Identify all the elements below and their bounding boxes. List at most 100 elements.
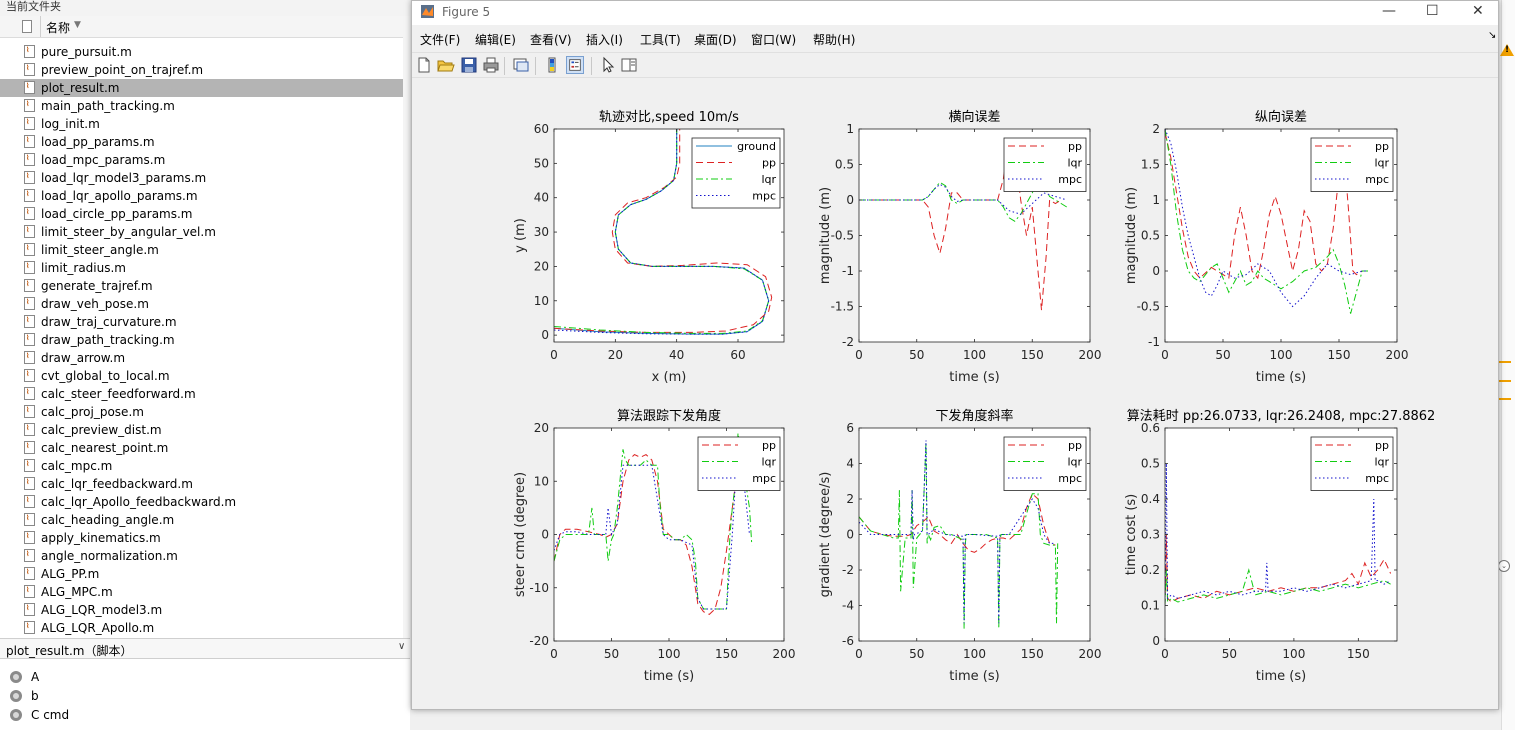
file-row[interactable]: ⌇ load_circle_pp_params.m — [0, 205, 404, 223]
x-tick-label: 200 — [1079, 348, 1102, 362]
file-name: load_lqr_apollo_params.m — [41, 189, 198, 203]
y-tick-label: 2 — [846, 492, 854, 506]
variable-icon — [10, 690, 22, 702]
matlab-file-icon: ⌇ — [24, 495, 35, 508]
name-column-header[interactable]: 名称 — [46, 19, 70, 36]
y-tick-label: 0 — [1152, 264, 1160, 278]
legend-label-pp: pp — [762, 157, 776, 170]
y-tick-label: 6 — [846, 421, 854, 435]
x-tick-label: 60 — [730, 348, 745, 362]
file-row[interactable]: ⌇ ALG_LQR_Apollo.m — [0, 619, 404, 637]
sort-down-icon[interactable]: ▼ — [74, 20, 81, 30]
workspace-item[interactable]: b — [0, 687, 410, 706]
file-name: calc_heading_angle.m — [41, 513, 175, 527]
x-tick-label: 100 — [658, 647, 681, 661]
file-row[interactable]: ⌇ load_lqr_model3_params.m — [0, 169, 404, 187]
file-row[interactable]: ⌇ generate_trajref.m — [0, 277, 404, 295]
file-row[interactable]: ⌇ calc_heading_angle.m — [0, 511, 404, 529]
file-name: pure_pursuit.m — [41, 45, 132, 59]
details-bar[interactable]: plot_result.m（脚本） ∨ — [0, 638, 410, 659]
marker-line — [1499, 361, 1511, 363]
y-tick-label: 1 — [846, 122, 854, 136]
x-tick-label: 0 — [550, 348, 558, 362]
y-tick-label: -0.5 — [1137, 300, 1160, 314]
x-tick-label: 0 — [1161, 647, 1169, 661]
file-row[interactable]: ⌇ draw_veh_pose.m — [0, 295, 404, 313]
file-row[interactable]: ⌇ load_lqr_apollo_params.m — [0, 187, 404, 205]
file-row[interactable]: ⌇ ALG_PP.m — [0, 565, 404, 583]
legend-label-mpc: mpc — [752, 190, 776, 203]
matlab-file-icon: ⌇ — [24, 549, 35, 562]
y-axis-label: steer cmd (degree) — [513, 472, 528, 597]
file-row[interactable]: ⌇ calc_preview_dist.m — [0, 421, 404, 439]
subplot-4: 0 50 100 150 200 -20 -10 0 10 20 算法跟踪下发角度 time (s) s… — [513, 408, 795, 684]
y-tick-label: 0.1 — [1141, 599, 1160, 613]
file-row[interactable]: ⌇ limit_steer_by_angular_vel.m — [0, 223, 404, 241]
chevron-down-icon[interactable]: ∨ — [398, 641, 405, 652]
file-row[interactable]: ⌇ calc_nearest_point.m — [0, 439, 404, 457]
file-row[interactable]: ⌇ calc_mpc.m — [0, 457, 404, 475]
file-name: calc_mpc.m — [41, 459, 113, 473]
file-row[interactable]: ⌇ limit_radius.m — [0, 259, 404, 277]
matlab-file-icon: ⌇ — [24, 585, 35, 598]
vertical-scrollbar[interactable] — [403, 16, 410, 638]
file-row[interactable]: ⌇ load_mpc_params.m — [0, 151, 404, 169]
file-row[interactable]: ⌇ calc_lqr_Apollo_feedbackward.m — [0, 493, 404, 511]
y-axis-label: time cost (s) — [1124, 494, 1139, 576]
file-row[interactable]: ⌇ load_pp_params.m — [0, 133, 404, 151]
file-name: main_path_tracking.m — [41, 99, 175, 113]
subplot-1: 0 20 40 60 0 10 20 30 40 50 60 轨迹对比,speed 10m/s x (m… — [513, 110, 785, 385]
marker-line — [1499, 398, 1511, 400]
x-tick-label: 20 — [608, 348, 623, 362]
y-tick-label: 0.4 — [1141, 492, 1160, 506]
file-row[interactable]: ⌇ limit_steer_angle.m — [0, 241, 404, 259]
legend-label-lqr: lqr — [761, 173, 776, 186]
file-row[interactable]: ⌇ plot_result.m — [0, 79, 404, 97]
file-name: draw_traj_curvature.m — [41, 315, 177, 329]
file-row[interactable]: ⌇ log_init.m — [0, 115, 404, 133]
file-row[interactable]: ⌇ pure_pursuit.m — [0, 43, 404, 61]
y-axis-label: gradient (degree/s) — [818, 472, 833, 598]
side-strip — [1501, 0, 1515, 730]
matlab-file-icon: ⌇ — [24, 117, 35, 130]
file-row[interactable]: ⌇ cvt_global_to_local.m — [0, 367, 404, 385]
matlab-file-icon: ⌇ — [24, 189, 35, 202]
file-row[interactable]: ⌇ calc_steer_feedforward.m — [0, 385, 404, 403]
x-tick-label: 150 — [1328, 348, 1351, 362]
chart-title: 算法耗时 pp:26.0733, lqr:26.2408, mpc:27.886… — [1127, 409, 1436, 424]
x-tick-label: 40 — [669, 348, 684, 362]
file-row[interactable]: ⌇ apply_kinematics.m — [0, 529, 404, 547]
column-header: 名称 ▼ — [0, 16, 404, 38]
workspace-item[interactable]: A — [0, 668, 410, 687]
y-tick-label: 4 — [846, 457, 854, 471]
y-tick-label: 60 — [534, 122, 549, 136]
legend-label-lqr: lqr — [1374, 157, 1389, 170]
file-row[interactable]: ⌇ calc_proj_pose.m — [0, 403, 404, 421]
legend-label-lqr: lqr — [1374, 456, 1389, 469]
x-tick-label: 150 — [1021, 348, 1044, 362]
file-row[interactable]: ⌇ calc_lqr_feedbackward.m — [0, 475, 404, 493]
file-row[interactable]: ⌇ draw_traj_curvature.m — [0, 313, 404, 331]
x-axis-label: time (s) — [644, 669, 694, 684]
file-row[interactable]: ⌇ draw_path_tracking.m — [0, 331, 404, 349]
file-name: angle_normalization.m — [41, 549, 178, 563]
file-name: draw_arrow.m — [41, 351, 126, 365]
file-row[interactable]: ⌇ ALG_LQR_model3.m — [0, 601, 404, 619]
details-label: plot_result.m（脚本） — [6, 644, 133, 658]
matlab-file-icon: ⌇ — [24, 99, 35, 112]
x-tick-label: 50 — [909, 647, 924, 661]
subplot-6: 0 50 100 15000.10.20.30.40.50.6算法耗时 pp:26.0… — [1124, 409, 1435, 684]
y-tick-label: 0.5 — [835, 158, 854, 172]
file-row[interactable]: ⌇ main_path_tracking.m — [0, 97, 404, 115]
file-row[interactable]: ⌇ angle_normalization.m — [0, 547, 404, 565]
y-tick-label: -2 — [842, 563, 854, 577]
matlab-file-icon: ⌇ — [24, 171, 35, 184]
file-row[interactable]: ⌇ preview_point_on_trajref.m — [0, 61, 404, 79]
file-name: load_lqr_model3_params.m — [41, 171, 207, 185]
y-tick-label: 40 — [534, 191, 549, 205]
file-row[interactable]: ⌇ draw_arrow.m — [0, 349, 404, 367]
y-tick-label: 2 — [1152, 122, 1160, 136]
workspace-item[interactable]: C cmd — [0, 706, 410, 725]
x-tick-label: 150 — [1021, 647, 1044, 661]
file-row[interactable]: ⌇ ALG_MPC.m — [0, 583, 404, 601]
